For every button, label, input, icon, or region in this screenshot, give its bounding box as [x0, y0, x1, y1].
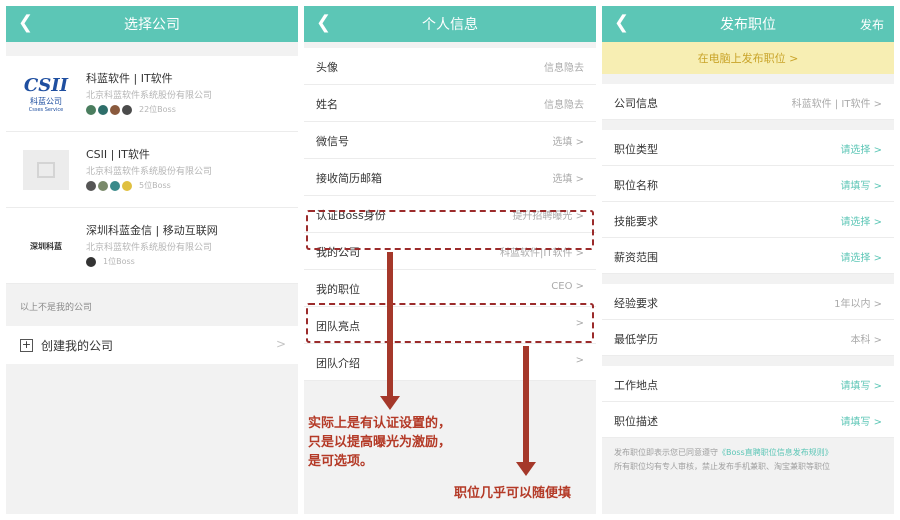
row-my-company[interactable]: 我的公司 科蓝软件|IT软件 >	[304, 233, 596, 270]
annotation-verification: 实际上是有认证设置的， 只是以提高曝光为激励， 是可选项。	[308, 416, 452, 469]
row-location[interactable]: 工作地点 请填写 >	[602, 366, 894, 402]
avatar	[86, 256, 96, 267]
avatar	[98, 180, 108, 191]
company-item[interactable]: 深圳科蓝 深圳科蓝金信 | 移动互联网 北京科蓝软件系统股份有限公司 1位Bos…	[6, 208, 298, 284]
avatar	[110, 104, 120, 115]
avatar	[86, 104, 96, 115]
not-my-company-label: 以上不是我的公司	[20, 303, 93, 313]
company-item[interactable]: CSII 科蓝公司 Csses Service 科蓝软件 | IT软件 北京科蓝…	[6, 56, 298, 132]
page-title: 选择公司	[124, 17, 180, 33]
create-company-label: 创建我的公司	[41, 338, 114, 353]
row-my-position[interactable]: 我的职位 CEO >	[304, 270, 596, 307]
back-icon[interactable]: ❮	[18, 12, 33, 33]
row-resume-email[interactable]: 接收简历邮箱 选填 >	[304, 159, 596, 196]
row-avatar[interactable]: 头像 信息隐去	[304, 48, 596, 85]
member-count: 22位Boss	[139, 105, 176, 114]
publish-button[interactable]: 发布	[860, 16, 884, 33]
row-description[interactable]: 职位描述 请填写 >	[602, 402, 894, 438]
arrow-shaft	[387, 252, 393, 398]
company-name: 深圳科蓝金信 | 移动互联网	[86, 224, 218, 237]
member-avatars: 1位Boss	[86, 256, 135, 267]
company-item[interactable]: CSII | IT软件 北京科蓝软件系统股份有限公司 5位Boss	[6, 132, 298, 208]
row-team-intro[interactable]: 团队介绍 >	[304, 344, 596, 381]
avatar	[98, 104, 108, 115]
create-company-button[interactable]: + 创建我的公司 >	[6, 326, 298, 364]
row-company-info[interactable]: 公司信息 科蓝软件 | IT软件 >	[602, 84, 894, 120]
company-name: 科蓝软件 | IT软件	[86, 72, 173, 85]
member-count: 1位Boss	[103, 257, 135, 266]
chevron-right-icon: >	[275, 337, 286, 351]
row-job-type[interactable]: 职位类型 请选择 >	[602, 130, 894, 166]
row-name[interactable]: 姓名 信息隐去	[304, 85, 596, 122]
building-icon	[23, 150, 69, 190]
avatar	[122, 104, 132, 115]
company-logo	[16, 144, 76, 196]
row-education[interactable]: 最低学历 本科 >	[602, 320, 894, 356]
member-avatars: 22位Boss	[86, 104, 176, 115]
page-title: 个人信息	[422, 17, 478, 33]
arrow-shaft	[523, 346, 529, 464]
select-company-screen: ❮ 选择公司 CSII 科蓝公司 Csses Service 科蓝软件 | IT…	[6, 6, 298, 514]
row-experience[interactable]: 经验要求 1年以内 >	[602, 284, 894, 320]
page-title: 发布职位	[720, 17, 776, 33]
header-bar: ❮ 选择公司	[6, 6, 298, 42]
row-wechat[interactable]: 微信号 选填 >	[304, 122, 596, 159]
plus-icon: +	[20, 337, 33, 352]
arrow-down-icon	[516, 462, 536, 476]
rules-link[interactable]: 《Boss直聘职位信息发布规则》	[718, 448, 833, 457]
member-avatars: 5位Boss	[86, 180, 171, 191]
company-logo: 深圳科蓝	[30, 241, 62, 251]
post-job-screen: ❮ 发布职位 发布 在电脑上发布职位 > 公司信息 科蓝软件 | IT软件 > 职…	[602, 6, 894, 514]
avatar	[86, 180, 96, 191]
annotation-position: 职位几乎可以随便填	[454, 486, 572, 501]
avatar	[110, 180, 120, 191]
company-full-name: 北京科蓝软件系统股份有限公司	[86, 243, 213, 253]
company-logo: CSII 科蓝公司 Csses Service	[23, 75, 69, 113]
back-icon[interactable]: ❮	[614, 12, 629, 33]
row-salary[interactable]: 薪资范围 请选择 >	[602, 238, 894, 274]
header-bar: ❮ 个人信息	[304, 6, 596, 42]
header-bar: ❮ 发布职位 发布	[602, 6, 894, 42]
row-team-highlights[interactable]: 团队亮点 >	[304, 307, 596, 344]
row-skills[interactable]: 技能要求 请选择 >	[602, 202, 894, 238]
company-name: CSII | IT软件	[86, 148, 150, 161]
personal-info-screen: ❮ 个人信息 头像 信息隐去 姓名 信息隐去 微信号 选填 > 接收简历邮箱 选填 > …	[304, 6, 596, 514]
company-full-name: 北京科蓝软件系统股份有限公司	[86, 167, 213, 177]
post-on-computer-banner[interactable]: 在电脑上发布职位 >	[602, 42, 894, 74]
member-count: 5位Boss	[139, 181, 171, 190]
row-job-title[interactable]: 职位名称 请填写 >	[602, 166, 894, 202]
arrow-down-icon	[380, 396, 400, 410]
posting-rules-note: 发布职位即表示您已同意遵守《Boss直聘职位信息发布规则》 所有职位均有专人审核…	[614, 448, 833, 471]
company-full-name: 北京科蓝软件系统股份有限公司	[86, 91, 213, 101]
back-icon[interactable]: ❮	[316, 12, 331, 33]
row-verify-boss[interactable]: 认证Boss身份 提升招聘曝光 >	[304, 196, 596, 233]
avatar	[122, 180, 132, 191]
